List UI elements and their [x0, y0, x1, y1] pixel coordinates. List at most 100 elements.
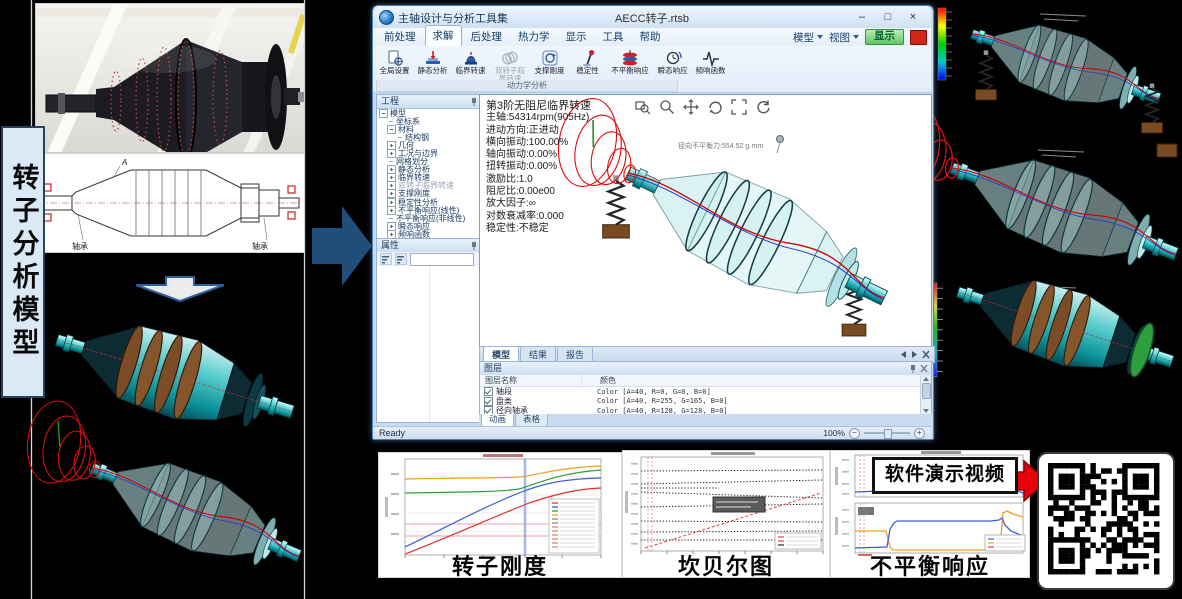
menu-display[interactable]: 显示	[559, 27, 594, 46]
tree-item-model[interactable]: 模型	[377, 109, 481, 117]
chevron-down-icon	[853, 35, 859, 39]
scroll-down-icon[interactable]	[923, 409, 929, 413]
unbalance-chart-caption: 不平衡响应	[831, 549, 1029, 578]
zoom-icon[interactable]	[659, 99, 675, 115]
right-view-3	[929, 256, 1182, 397]
layers-columns: 图层名称 颜色	[480, 375, 921, 387]
viewport-toolbar	[635, 99, 771, 115]
status-bar: Ready 100% − +	[373, 426, 931, 439]
chevron-down-icon	[817, 35, 823, 39]
display-button[interactable]: 显示	[865, 29, 904, 45]
zoom-slider-thumb[interactable]	[884, 429, 892, 439]
tab-results[interactable]: 结果	[520, 346, 556, 362]
flow-arrow	[312, 206, 372, 286]
stiffness-chart: 转子刚度	[378, 452, 622, 578]
categorize-icon[interactable]	[380, 253, 392, 265]
checkbox-checked-icon[interactable]	[484, 397, 493, 406]
menu-postprocess[interactable]: 后处理	[464, 27, 510, 46]
minimize-button[interactable]: –	[849, 9, 875, 26]
left-rotor-model	[45, 301, 304, 451]
scroll-up-icon[interactable]	[923, 377, 929, 381]
properties-panel: 属性	[376, 238, 482, 423]
project-panel-header: 工程	[377, 95, 481, 109]
menu-solve[interactable]: 求解	[425, 25, 462, 46]
slide-canvas: 轴承 轴承 A 转子分析模型 主轴设计与分析工具集 AECC转子.rtsb – …	[0, 0, 1182, 599]
result-info-block: 第3阶无阻尼临界转速 主轴:54314rpm(905Hz) 进动方向:正进动 横…	[486, 100, 591, 235]
bearing-label-right: 轴承	[252, 241, 268, 251]
zoom-in-button[interactable]: +	[914, 428, 925, 439]
zoom-slider[interactable]	[864, 432, 910, 434]
frf-button[interactable]: 频响函数	[692, 47, 729, 86]
status-text: Ready	[379, 427, 405, 439]
ribbon-group-label: 动力学分析	[376, 80, 678, 92]
refresh-icon[interactable]	[755, 99, 771, 115]
coil-icon-disabled	[501, 49, 519, 67]
fit-view-icon[interactable]	[731, 99, 747, 115]
layers-panel-header: 图层	[480, 362, 931, 376]
tab-prev-icon[interactable]	[900, 350, 907, 359]
properties-grid	[377, 266, 481, 422]
menu-preprocess[interactable]: 前处理	[377, 27, 423, 46]
properties-panel-header: 属性	[377, 239, 481, 253]
video-label: 软件演示视频	[872, 457, 1018, 494]
stiffness-chart-plot	[379, 453, 621, 559]
stacked-disks-icon	[621, 49, 639, 67]
close-icon[interactable]	[920, 364, 928, 373]
view-dropdown[interactable]: 视图	[829, 30, 859, 45]
left-caption-text: 转子分析模型	[10, 163, 37, 361]
project-panel: 工程 模型 坐标系 材料 结构钢 几何 工况与边界 网格划分 静态分析 临界转速…	[376, 94, 482, 240]
tab-next-icon[interactable]	[911, 350, 918, 359]
sort-az-icon[interactable]	[395, 253, 407, 265]
pin-icon[interactable]	[909, 364, 917, 373]
document-gear-icon	[386, 49, 404, 67]
stiffness-chart-caption: 转子刚度	[379, 549, 621, 578]
scrollbar-thumb[interactable]	[922, 383, 931, 399]
properties-filter-input[interactable]	[410, 253, 474, 266]
zoom-out-button[interactable]: −	[849, 428, 860, 439]
tree-item-loads-boundary[interactable]: 工况与边界	[377, 149, 481, 157]
zoom-window-icon[interactable]	[635, 99, 651, 115]
model-dropdown[interactable]: 模型	[793, 30, 823, 45]
waveform-icon	[702, 49, 720, 67]
rotor-drawing: 轴承 轴承 A	[35, 153, 305, 253]
campbell-chart-plot	[623, 451, 829, 559]
campbell-chart-caption: 坎贝尔图	[623, 549, 829, 578]
tab-close-icon[interactable]	[922, 350, 930, 359]
qr-code-graphic	[1039, 454, 1169, 584]
press-icon	[424, 49, 442, 67]
layers-panel: 图层 图层名称 颜色 轴段 Color [A=40, R=0, G=0, B=0…	[479, 361, 932, 416]
menu-tools[interactable]: 工具	[596, 27, 631, 46]
right-view-1	[938, 3, 1170, 133]
pin-icon[interactable]	[470, 97, 478, 106]
menu-thermal[interactable]: 热力学	[511, 27, 557, 46]
rotor-photo-graphic	[36, 4, 304, 152]
menubar: 前处理 求解 后处理 热力学 显示 工具 帮助 模型 视图 显示	[373, 28, 931, 47]
left-caption-panel: 转子分析模型	[1, 126, 45, 398]
beacon-icon	[462, 49, 480, 67]
project-tree: 模型 坐标系 材料 结构钢 几何 工况与边界 网格划分 静态分析 临界转速 双转…	[377, 108, 481, 239]
tab-report[interactable]: 报告	[557, 346, 593, 362]
app-window: 主轴设计与分析工具集 AECC转子.rtsb – □ × 前处理 求解 后处理 …	[372, 5, 934, 440]
record-indicator	[910, 30, 927, 45]
viewport[interactable]: 第3阶无阻尼临界转速 主轴:54314rpm(905Hz) 进动方向:正进动 横…	[479, 94, 932, 348]
pan-icon[interactable]	[683, 99, 699, 115]
tab-model[interactable]: 模型	[483, 346, 519, 362]
clock-icon	[664, 49, 682, 67]
detail-label: A	[121, 158, 127, 167]
close-button[interactable]: ×	[900, 9, 926, 26]
rotor-photo	[35, 3, 305, 153]
checkbox-checked-icon[interactable]	[484, 387, 493, 396]
menu-help[interactable]: 帮助	[633, 27, 668, 46]
document-name: AECC转子.rtsb	[373, 10, 931, 26]
tree-item-material[interactable]: 材料	[377, 125, 481, 133]
maximize-button[interactable]: □	[875, 9, 901, 26]
layers-scrollbar[interactable]	[920, 375, 931, 415]
pendulum-icon	[579, 49, 597, 67]
ribbon: 全局设置 静态分析 临界转速 双转子临界转速 支撑刚度	[373, 46, 931, 93]
rotor-drawing-graphic: 轴承 轴承 A	[36, 154, 304, 252]
rotate-icon[interactable]	[707, 99, 723, 115]
pin-icon[interactable]	[470, 241, 478, 250]
unbalance-annotation: 径向不平衡力:554.52 g·mm	[678, 141, 763, 151]
properties-toolbar	[377, 252, 481, 267]
boxed-refresh-icon	[541, 49, 559, 67]
